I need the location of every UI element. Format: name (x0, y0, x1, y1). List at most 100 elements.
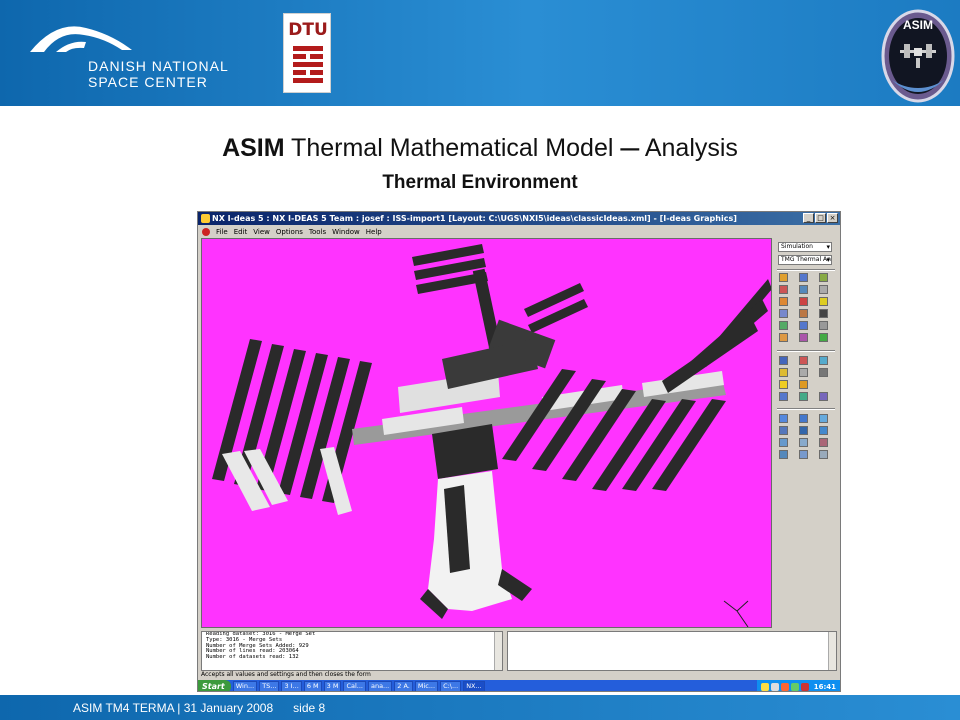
tool-icon[interactable] (819, 426, 828, 435)
tool-icon[interactable] (779, 356, 788, 365)
tool-icon[interactable] (799, 368, 808, 377)
tool-icon[interactable] (819, 450, 828, 459)
dtu-logo-text: DTU (288, 20, 328, 40)
prompt-line: Accepts all values and settings and then… (201, 671, 371, 678)
tray-icon[interactable] (760, 682, 769, 691)
tray-icon[interactable] (790, 682, 799, 691)
tool-icon[interactable] (819, 285, 828, 294)
close-button[interactable]: × (827, 213, 838, 223)
task-dropdown[interactable]: Simulation (778, 242, 832, 252)
asim-mission-patch: ASIM (880, 8, 956, 104)
tool-icon[interactable] (819, 333, 828, 342)
tool-icon[interactable] (799, 356, 808, 365)
tool-icon[interactable] (779, 450, 788, 459)
application-dropdown[interactable]: TMG Thermal Ana (778, 255, 832, 265)
taskbar-item[interactable]: ana... (367, 681, 393, 691)
minimize-button[interactable]: _ (803, 213, 814, 223)
graphics-viewport[interactable] (201, 238, 772, 628)
tool-icon[interactable] (799, 380, 808, 389)
tool-icon[interactable] (779, 426, 788, 435)
tool-icon[interactable] (779, 368, 788, 377)
tool-icon[interactable] (799, 285, 808, 294)
maximize-button[interactable]: □ (815, 213, 826, 223)
taskbar-item[interactable]: C:\... (440, 681, 462, 691)
footer-slide-number: side 8 (293, 701, 326, 715)
tool-icon[interactable] (819, 368, 828, 377)
taskbar-item[interactable]: 2 A. (394, 681, 413, 691)
iss-model-render (212, 244, 771, 627)
tool-icon[interactable] (799, 414, 808, 423)
console-line: Number of datasets read: 132 (206, 654, 299, 661)
tool-icon[interactable] (819, 414, 828, 423)
tool-icon[interactable] (779, 321, 788, 330)
taskbar-item[interactable]: 3 M (323, 681, 342, 691)
taskbar-item[interactable]: Mic... (414, 681, 439, 691)
tool-icon[interactable] (779, 273, 788, 282)
right-solar-arrays (502, 279, 771, 491)
tool-icon[interactable] (819, 297, 828, 306)
tool-icon[interactable] (779, 297, 788, 306)
app-icon (201, 214, 210, 223)
tool-icon[interactable] (819, 273, 828, 282)
tool-icon[interactable] (819, 438, 828, 447)
tray-icon[interactable] (770, 682, 779, 691)
clock[interactable]: 16:41 (814, 683, 836, 691)
danish-national-space-center-logo: DANISH NATIONAL SPACE CENTER (26, 18, 256, 90)
header-band: DANISH NATIONAL SPACE CENTER DTU ASIM (0, 0, 960, 106)
footer-text: ASIM TM4 TERMA | 31 January 2008 side 8 (73, 701, 325, 715)
footer-separator: | (177, 701, 181, 715)
tool-icon[interactable] (799, 450, 808, 459)
start-button[interactable]: Start (198, 680, 231, 691)
menu-bar: File Edit View Options Tools Window Help (198, 226, 840, 237)
tray-icon[interactable] (800, 682, 809, 691)
tool-icon[interactable] (819, 309, 828, 318)
tool-icon[interactable] (779, 309, 788, 318)
tool-icon[interactable] (779, 333, 788, 342)
menu-help[interactable]: Help (366, 228, 382, 236)
tool-panel: Simulation TMG Thermal Ana (775, 238, 839, 632)
input-console[interactable] (507, 631, 837, 671)
tool-icon[interactable] (799, 392, 808, 401)
menu-window[interactable]: Window (332, 228, 360, 236)
menu-edit[interactable]: Edit (234, 228, 248, 236)
tool-icon[interactable] (799, 273, 808, 282)
panel-separator (777, 269, 835, 271)
taskbar-item[interactable]: 6 M (303, 681, 322, 691)
tool-icon[interactable] (799, 438, 808, 447)
tool-icon[interactable] (779, 392, 788, 401)
tray-icon[interactable] (780, 682, 789, 691)
org-name-line1: DANISH NATIONAL (88, 58, 229, 74)
menu-options[interactable]: Options (276, 228, 303, 236)
menu-file[interactable]: File (216, 228, 228, 236)
tool-icon[interactable] (819, 392, 828, 401)
menu-tools[interactable]: Tools (309, 228, 326, 236)
title-bold: ASIM (222, 134, 285, 162)
tool-icon[interactable] (799, 297, 808, 306)
window-controls: _ □ × (803, 213, 838, 223)
tool-icon[interactable] (799, 309, 808, 318)
taskbar-item[interactable]: 3 I... (281, 681, 302, 691)
tool-icon[interactable] (799, 321, 808, 330)
tool-icon[interactable] (779, 380, 788, 389)
console-scrollbar[interactable] (494, 632, 502, 670)
tool-icon[interactable] (819, 321, 828, 330)
ideas-menu-icon[interactable] (202, 227, 210, 236)
panel-separator (777, 350, 835, 352)
tool-icon[interactable] (799, 426, 808, 435)
taskbar-item[interactable]: Win... (232, 681, 258, 691)
window-titlebar[interactable]: NX I-deas 5 : NX I-DEAS 5 Team : josef :… (198, 212, 840, 225)
tool-icon[interactable] (779, 438, 788, 447)
tool-icon[interactable] (779, 285, 788, 294)
menu-view[interactable]: View (253, 228, 270, 236)
org-name-line2: SPACE CENTER (88, 74, 208, 90)
message-console: Reading dataset: 3016 - Merge Set Type: … (201, 631, 503, 671)
taskbar-item[interactable]: Cal... (343, 681, 366, 691)
taskbar-item-active[interactable]: NX... (463, 681, 485, 691)
tool-icon[interactable] (779, 414, 788, 423)
taskbar-item[interactable]: TS... (259, 681, 280, 691)
system-tray: 16:41 (756, 680, 840, 691)
tool-icon[interactable] (819, 356, 828, 365)
footer-band: ASIM TM4 TERMA | 31 January 2008 side 8 (0, 695, 960, 720)
input-console-scrollbar[interactable] (828, 632, 836, 670)
tool-icon[interactable] (799, 333, 808, 342)
